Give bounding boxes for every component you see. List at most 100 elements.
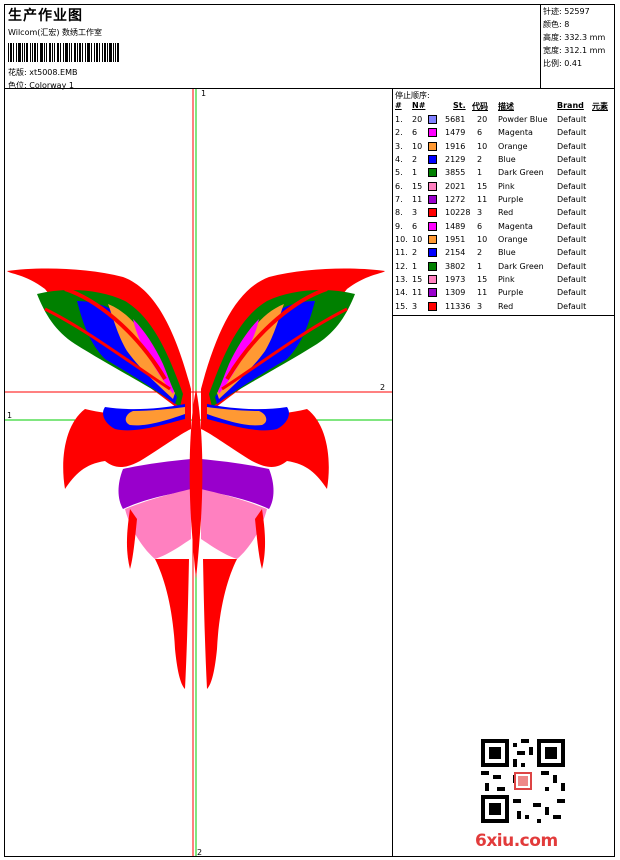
row-needle: 20 bbox=[412, 115, 423, 124]
table-row: 6. 15 2021 15 Pink Default bbox=[393, 181, 614, 194]
table-row: 8. 3 10228 3 Red Default bbox=[393, 207, 614, 220]
color-swatch bbox=[428, 141, 437, 151]
col-code: 代码 bbox=[472, 102, 488, 111]
guide-label-v-top: 1 bbox=[201, 89, 206, 98]
row-brand: Default bbox=[557, 141, 587, 151]
row-code: 10 bbox=[477, 235, 488, 245]
row-needle: 15 bbox=[412, 275, 423, 285]
row-brand: Default bbox=[557, 168, 587, 178]
row-description: Pink bbox=[498, 275, 515, 285]
color-swatch bbox=[428, 128, 437, 138]
row-stitches: 1916 bbox=[445, 141, 466, 151]
row-index: 13. bbox=[395, 275, 408, 285]
row-code: 3 bbox=[477, 301, 483, 311]
guide-label-h-green: 1 bbox=[7, 411, 12, 420]
row-stitches: 1973 bbox=[445, 275, 466, 285]
file-line: 花版: xt5008.EMB bbox=[8, 67, 77, 78]
row-description: Dark Green bbox=[498, 168, 544, 178]
row-code: 10 bbox=[477, 141, 488, 151]
row-needle: 2 bbox=[412, 155, 418, 165]
row-needle: 15 bbox=[412, 181, 423, 191]
row-description: Magenta bbox=[498, 221, 533, 231]
row-stitches: 2021 bbox=[445, 181, 466, 191]
row-code: 11 bbox=[477, 195, 488, 205]
color-swatch bbox=[428, 275, 437, 285]
row-brand: Default bbox=[557, 235, 587, 245]
right-upper-wing bbox=[201, 268, 385, 419]
left-lower-wing bbox=[63, 404, 191, 689]
row-description: Purple bbox=[498, 195, 524, 205]
row-brand: Default bbox=[557, 128, 587, 138]
stat-colors: 颜色: 8 bbox=[543, 20, 570, 29]
color-swatch bbox=[428, 248, 437, 258]
row-stitches: 1309 bbox=[445, 288, 466, 298]
table-row: 2. 6 1479 6 Magenta Default bbox=[393, 127, 614, 140]
row-index: 3. bbox=[395, 141, 403, 151]
row-code: 15 bbox=[477, 181, 488, 191]
row-index: 10. bbox=[395, 235, 408, 245]
row-code: 15 bbox=[477, 275, 488, 285]
col-brand: Brand bbox=[557, 101, 584, 110]
row-brand: Default bbox=[557, 155, 587, 165]
row-index: 1. bbox=[395, 115, 403, 124]
color-swatch bbox=[428, 181, 437, 191]
row-index: 12. bbox=[395, 261, 408, 271]
row-index: 9. bbox=[395, 221, 403, 231]
row-description: Dark Green bbox=[498, 261, 544, 271]
row-index: 14. bbox=[395, 288, 408, 298]
row-needle: 11 bbox=[412, 288, 423, 298]
row-code: 2 bbox=[477, 248, 483, 258]
row-needle: 2 bbox=[412, 248, 418, 258]
row-index: 8. bbox=[395, 208, 403, 218]
row-stitches: 10228 bbox=[445, 208, 471, 218]
stat-width: 宽度: 312.1 mm bbox=[543, 46, 606, 55]
left-upper-wing bbox=[7, 268, 191, 419]
row-code: 1 bbox=[477, 168, 483, 178]
color-swatch bbox=[428, 235, 437, 245]
row-brand: Default bbox=[557, 221, 587, 231]
table-row: 12. 1 3802 1 Dark Green Default bbox=[393, 261, 614, 274]
row-description: Orange bbox=[498, 235, 528, 245]
color-swatch bbox=[428, 208, 437, 218]
color-swatch bbox=[428, 221, 437, 231]
row-stitches: 11336 bbox=[445, 301, 471, 311]
page-subtitle: Wilcom(汇宏) 数绣工作室 bbox=[8, 28, 103, 37]
table-row: 13. 15 1973 15 Pink Default bbox=[393, 274, 614, 287]
row-stitches: 3855 bbox=[445, 168, 466, 178]
col-index: # bbox=[395, 101, 402, 110]
row-description: Orange bbox=[498, 141, 528, 151]
row-stitches: 1951 bbox=[445, 235, 466, 245]
stats-panel: 针迹: 52597 颜色: 8 高度: 332.3 mm 宽度: 312.1 m… bbox=[543, 5, 613, 70]
table-row: 1. 20 5681 20 Powder Blue Default bbox=[393, 114, 614, 127]
color-swatch bbox=[428, 168, 437, 178]
barcode bbox=[8, 43, 119, 62]
butterfly-design: 1 2 1 2 bbox=[5, 89, 392, 857]
row-index: 15. bbox=[395, 301, 408, 311]
row-description: Magenta bbox=[498, 128, 533, 138]
row-description: Pink bbox=[498, 181, 515, 191]
row-stitches: 5681 bbox=[445, 115, 466, 124]
row-code: 11 bbox=[477, 288, 488, 298]
col-description: 描述 bbox=[498, 102, 514, 111]
row-brand: Default bbox=[557, 301, 587, 311]
row-brand: Default bbox=[557, 208, 587, 218]
row-brand: Default bbox=[557, 181, 587, 191]
col-needle: N# bbox=[412, 101, 426, 110]
color-swatch bbox=[428, 115, 437, 124]
row-brand: Default bbox=[557, 195, 587, 205]
stat-stitches: 针迹: 52597 bbox=[543, 7, 590, 16]
color-swatch bbox=[428, 195, 437, 205]
row-brand: Default bbox=[557, 275, 587, 285]
row-description: Red bbox=[498, 301, 514, 311]
row-needle: 6 bbox=[412, 221, 418, 231]
row-index: 11. bbox=[395, 248, 408, 258]
stop-sequence-rows: 1. 20 5681 20 Powder Blue Default 2. 6 1479 6 Mage… bbox=[393, 114, 614, 314]
row-needle: 3 bbox=[412, 301, 418, 311]
row-code: 20 bbox=[477, 115, 488, 124]
stop-sequence-panel: 停止顺序: # N# St. 代码 描述 Brand 元素 1. 20 5681 20… bbox=[393, 89, 614, 856]
row-stitches: 1479 bbox=[445, 128, 466, 138]
row-needle: 6 bbox=[412, 128, 418, 138]
header-info: 生产作业图 Wilcom(汇宏) 数绣工作室 花版: xt5008.EMB 色位… bbox=[5, 5, 540, 90]
row-code: 6 bbox=[477, 221, 483, 231]
row-stitches: 1489 bbox=[445, 221, 466, 231]
